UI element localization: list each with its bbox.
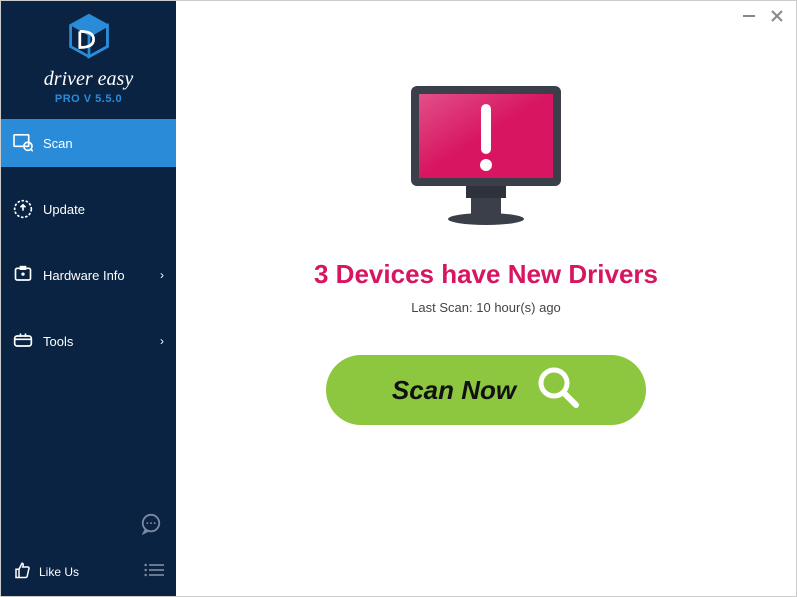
sidebar-item-label: Scan — [43, 136, 73, 151]
thumbs-up-icon[interactable] — [13, 561, 31, 582]
sidebar-item-tools[interactable]: Tools › — [1, 317, 176, 365]
like-us-label[interactable]: Like Us — [39, 565, 79, 579]
headline: 3 Devices have New Drivers — [314, 259, 658, 290]
logo-area: driver easy PRO V 5.5.0 — [1, 1, 176, 113]
scan-now-button[interactable]: Scan Now — [326, 355, 646, 425]
sidebar-item-label: Update — [43, 202, 85, 217]
search-icon — [536, 365, 580, 416]
chevron-right-icon: › — [160, 268, 164, 282]
close-button[interactable] — [770, 9, 784, 28]
sidebar-item-label: Hardware Info — [43, 268, 125, 283]
nav: Scan Update — [1, 119, 176, 383]
version-label: PRO V 5.5.0 — [1, 93, 176, 105]
bottom-bar: Like Us — [1, 551, 176, 596]
hardware-info-icon — [13, 265, 33, 285]
main-panel: 3 Devices have New Drivers Last Scan: 10… — [176, 1, 796, 596]
sidebar-item-scan[interactable]: Scan — [1, 119, 176, 167]
scan-now-label: Scan Now — [392, 375, 516, 406]
menu-icon[interactable] — [144, 563, 164, 580]
sidebar-item-label: Tools — [43, 334, 73, 349]
last-scan-label: Last Scan: 10 hour(s) ago — [411, 300, 561, 315]
alert-monitor-icon — [401, 81, 571, 231]
tools-icon — [13, 331, 33, 351]
titlebar — [742, 9, 784, 28]
content: 3 Devices have New Drivers Last Scan: 10… — [314, 81, 658, 425]
sidebar: driver easy PRO V 5.5.0 Scan — [1, 1, 176, 596]
chat-icon[interactable] — [140, 513, 162, 540]
brand-name: driver easy — [1, 68, 176, 91]
chevron-right-icon: › — [160, 334, 164, 348]
minimize-button[interactable] — [742, 9, 756, 28]
sidebar-item-update[interactable]: Update — [1, 185, 176, 233]
update-icon — [13, 199, 33, 219]
sidebar-item-hardware-info[interactable]: Hardware Info › — [1, 251, 176, 299]
logo-icon — [1, 13, 176, 64]
scan-icon — [13, 133, 33, 153]
app-window: driver easy PRO V 5.5.0 Scan — [0, 0, 797, 597]
